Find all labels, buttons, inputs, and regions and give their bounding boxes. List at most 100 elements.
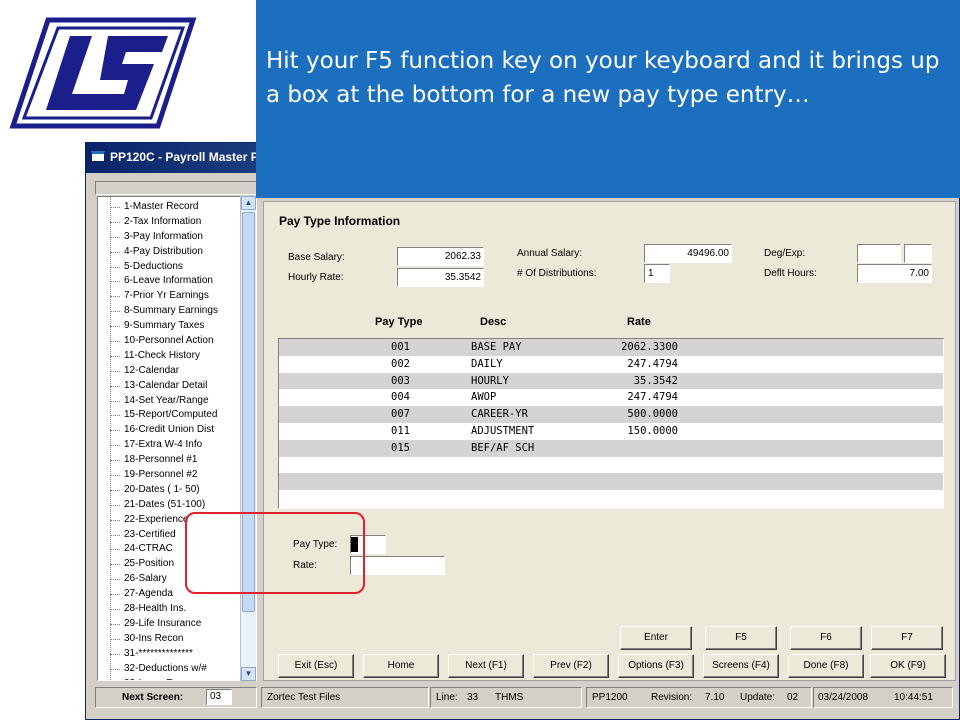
- screen-list-item[interactable]: 12-Calendar: [110, 364, 256, 379]
- screen-list-item[interactable]: 6-Leave Information: [110, 274, 256, 289]
- datetime-cell: 03/24/2008 10:44:51: [813, 687, 953, 708]
- window-title: PP120C - Payroll Master F: [110, 150, 259, 164]
- screen-list-item[interactable]: 32-Deductions w/#: [110, 662, 256, 677]
- screen-list-item[interactable]: 18-Personnel #1: [110, 453, 256, 468]
- base-salary-field[interactable]: 2062.33: [397, 247, 484, 266]
- screen-list-item[interactable]: 8-Summary Earnings: [110, 304, 256, 319]
- f6-button[interactable]: F6: [790, 626, 862, 650]
- cell-rate: 2062.3300: [621, 341, 678, 353]
- update-value: 02: [787, 692, 799, 703]
- screen-list-item[interactable]: 33-ImageEase: [110, 677, 256, 681]
- deflt-hours-field[interactable]: 7.00: [857, 264, 932, 283]
- annual-salary-field[interactable]: 49496.00: [644, 244, 732, 263]
- revision-label: Revision:: [651, 692, 693, 703]
- line-label: Line:: [436, 692, 458, 703]
- table-row[interactable]: [279, 457, 943, 474]
- status-bar: Next Screen: 03 Zortec Test Files Line: …: [86, 687, 959, 709]
- screen-list-scrollbar[interactable]: ▲ ▼: [240, 196, 256, 681]
- screen-list-item[interactable]: 2-Tax Information: [110, 215, 256, 230]
- panel-title: Pay Type Information: [279, 214, 401, 228]
- exp-field[interactable]: [904, 244, 932, 263]
- cell-desc: BASE PAY: [471, 341, 522, 353]
- scroll-down-icon[interactable]: ▼: [241, 667, 256, 681]
- screen-list-item[interactable]: 20-Dates ( 1- 50): [110, 483, 256, 498]
- exit-button[interactable]: Exit (Esc): [278, 654, 354, 678]
- program-cell: PP1200 Revision: 7.10 Update: 02: [586, 687, 812, 708]
- cell-rate: 150.0000: [627, 424, 678, 437]
- deg-exp-label: Deg/Exp:: [764, 248, 806, 259]
- cell-desc: DAILY: [471, 357, 503, 370]
- screen-list-item[interactable]: 28-Health Ins.: [110, 602, 256, 617]
- cell-rate: 247.4794: [627, 391, 678, 404]
- table-row[interactable]: 001 BASE PAY 2062.3300: [279, 339, 943, 356]
- table-row[interactable]: 015 BEF/AF SCH: [279, 439, 943, 457]
- prev-button[interactable]: Prev (F2): [533, 654, 609, 678]
- screen-list-item[interactable]: 9-Summary Taxes: [110, 319, 256, 334]
- annual-salary-label: Annual Salary:: [517, 248, 583, 259]
- payroll-master-window: PP120C - Payroll Master F 1-Master Recor…: [85, 142, 960, 720]
- enter-button[interactable]: Enter: [620, 626, 692, 650]
- cell-pay-type: 007: [391, 408, 410, 421]
- screen-list-item[interactable]: 5-Deductions: [110, 260, 256, 275]
- f5-button[interactable]: F5: [705, 626, 777, 650]
- next-screen-field[interactable]: 03: [206, 689, 232, 705]
- screen-list-item[interactable]: 19-Personnel #2: [110, 468, 256, 483]
- col-header-pay-type: Pay Type: [375, 316, 423, 328]
- table-row[interactable]: [279, 473, 943, 491]
- entry-highlight: [185, 512, 365, 594]
- update-label: Update:: [740, 692, 776, 703]
- table-row[interactable]: 011 ADJUSTMENT 150.0000: [279, 423, 943, 440]
- pay-type-panel: Pay Type Information Base Salary: 2062.3…: [263, 201, 956, 681]
- callout-text: Hit your F5 function key on your keyboar…: [266, 48, 940, 108]
- screen-list-item[interactable]: 30-Ins Recon: [110, 632, 256, 647]
- cell-pay-type: 003: [391, 374, 410, 387]
- cell-desc: HOURLY: [471, 374, 509, 387]
- base-salary-label: Base Salary:: [288, 252, 345, 263]
- scroll-up-icon[interactable]: ▲: [241, 196, 256, 210]
- table-row[interactable]: [279, 490, 943, 507]
- table-row[interactable]: 007 CAREER-YR 500.0000: [279, 406, 943, 423]
- num-distributions-label: # Of Distributions:: [517, 268, 597, 279]
- deg-field[interactable]: [857, 244, 901, 263]
- screen-list-item[interactable]: 7-Prior Yr Earnings: [110, 289, 256, 304]
- screen-list[interactable]: 1-Master Record 2-Tax Information 3-Pay In…: [97, 196, 257, 681]
- window-icon: [91, 151, 105, 162]
- screen-list-item[interactable]: 3-Pay Information: [110, 230, 256, 245]
- next-button[interactable]: Next (F1): [448, 654, 524, 678]
- cell-desc: ADJUSTMENT: [471, 424, 535, 437]
- next-screen-label: Next Screen:: [122, 692, 184, 703]
- program-value: PP1200: [592, 692, 628, 703]
- time-value: 10:44:51: [894, 692, 933, 703]
- table-row[interactable]: 002 DAILY 247.4794: [279, 356, 943, 373]
- screen-list-item[interactable]: 13-Calendar Detail: [110, 379, 256, 394]
- date-value: 03/24/2008: [818, 692, 869, 703]
- cell-pay-type: 015: [391, 441, 410, 454]
- screen-list-item[interactable]: 31-**************: [110, 647, 256, 662]
- cell-pay-type: 001: [391, 341, 410, 353]
- hourly-rate-field[interactable]: 35.3542: [397, 268, 484, 287]
- screen-list-item[interactable]: 11-Check History: [110, 349, 256, 364]
- f7-button[interactable]: F7: [871, 626, 943, 650]
- num-distributions-field[interactable]: 1: [644, 264, 670, 283]
- screen-list-item[interactable]: 29-Life Insurance: [110, 617, 256, 632]
- cell-pay-type: 002: [391, 357, 410, 370]
- table-row[interactable]: 003 HOURLY 35.3542: [279, 372, 943, 390]
- table-row[interactable]: 004 AWOP 247.4794: [279, 389, 943, 406]
- options-button[interactable]: Options (F3): [618, 654, 694, 678]
- ok-button[interactable]: OK (F9): [870, 654, 946, 678]
- screen-list-item[interactable]: 21-Dates (51-100): [110, 498, 256, 513]
- screen-list-item[interactable]: 10-Personnel Action: [110, 334, 256, 349]
- screen-list-item[interactable]: 4-Pay Distribution: [110, 245, 256, 260]
- home-button[interactable]: Home: [363, 654, 439, 678]
- screen-list-item[interactable]: 15-Report/Computed: [110, 408, 256, 423]
- pay-type-grid[interactable]: 001 BASE PAY 2062.3300 002 DAILY 247.4794 003 H…: [278, 338, 944, 509]
- deflt-hours-label: Deflt Hours:: [764, 268, 817, 279]
- cell-desc: CAREER-YR: [471, 408, 528, 421]
- screen-list-item[interactable]: 1-Master Record: [110, 200, 256, 215]
- screen-list-item[interactable]: 17-Extra W-4 Info: [110, 438, 256, 453]
- done-button[interactable]: Done (F8): [788, 654, 864, 678]
- screen-list-item[interactable]: 14-Set Year/Range: [110, 394, 256, 409]
- user-value: THMS: [495, 692, 524, 703]
- screens-button[interactable]: Screens (F4): [703, 654, 779, 678]
- screen-list-item[interactable]: 16-Credit Union Dist: [110, 423, 256, 438]
